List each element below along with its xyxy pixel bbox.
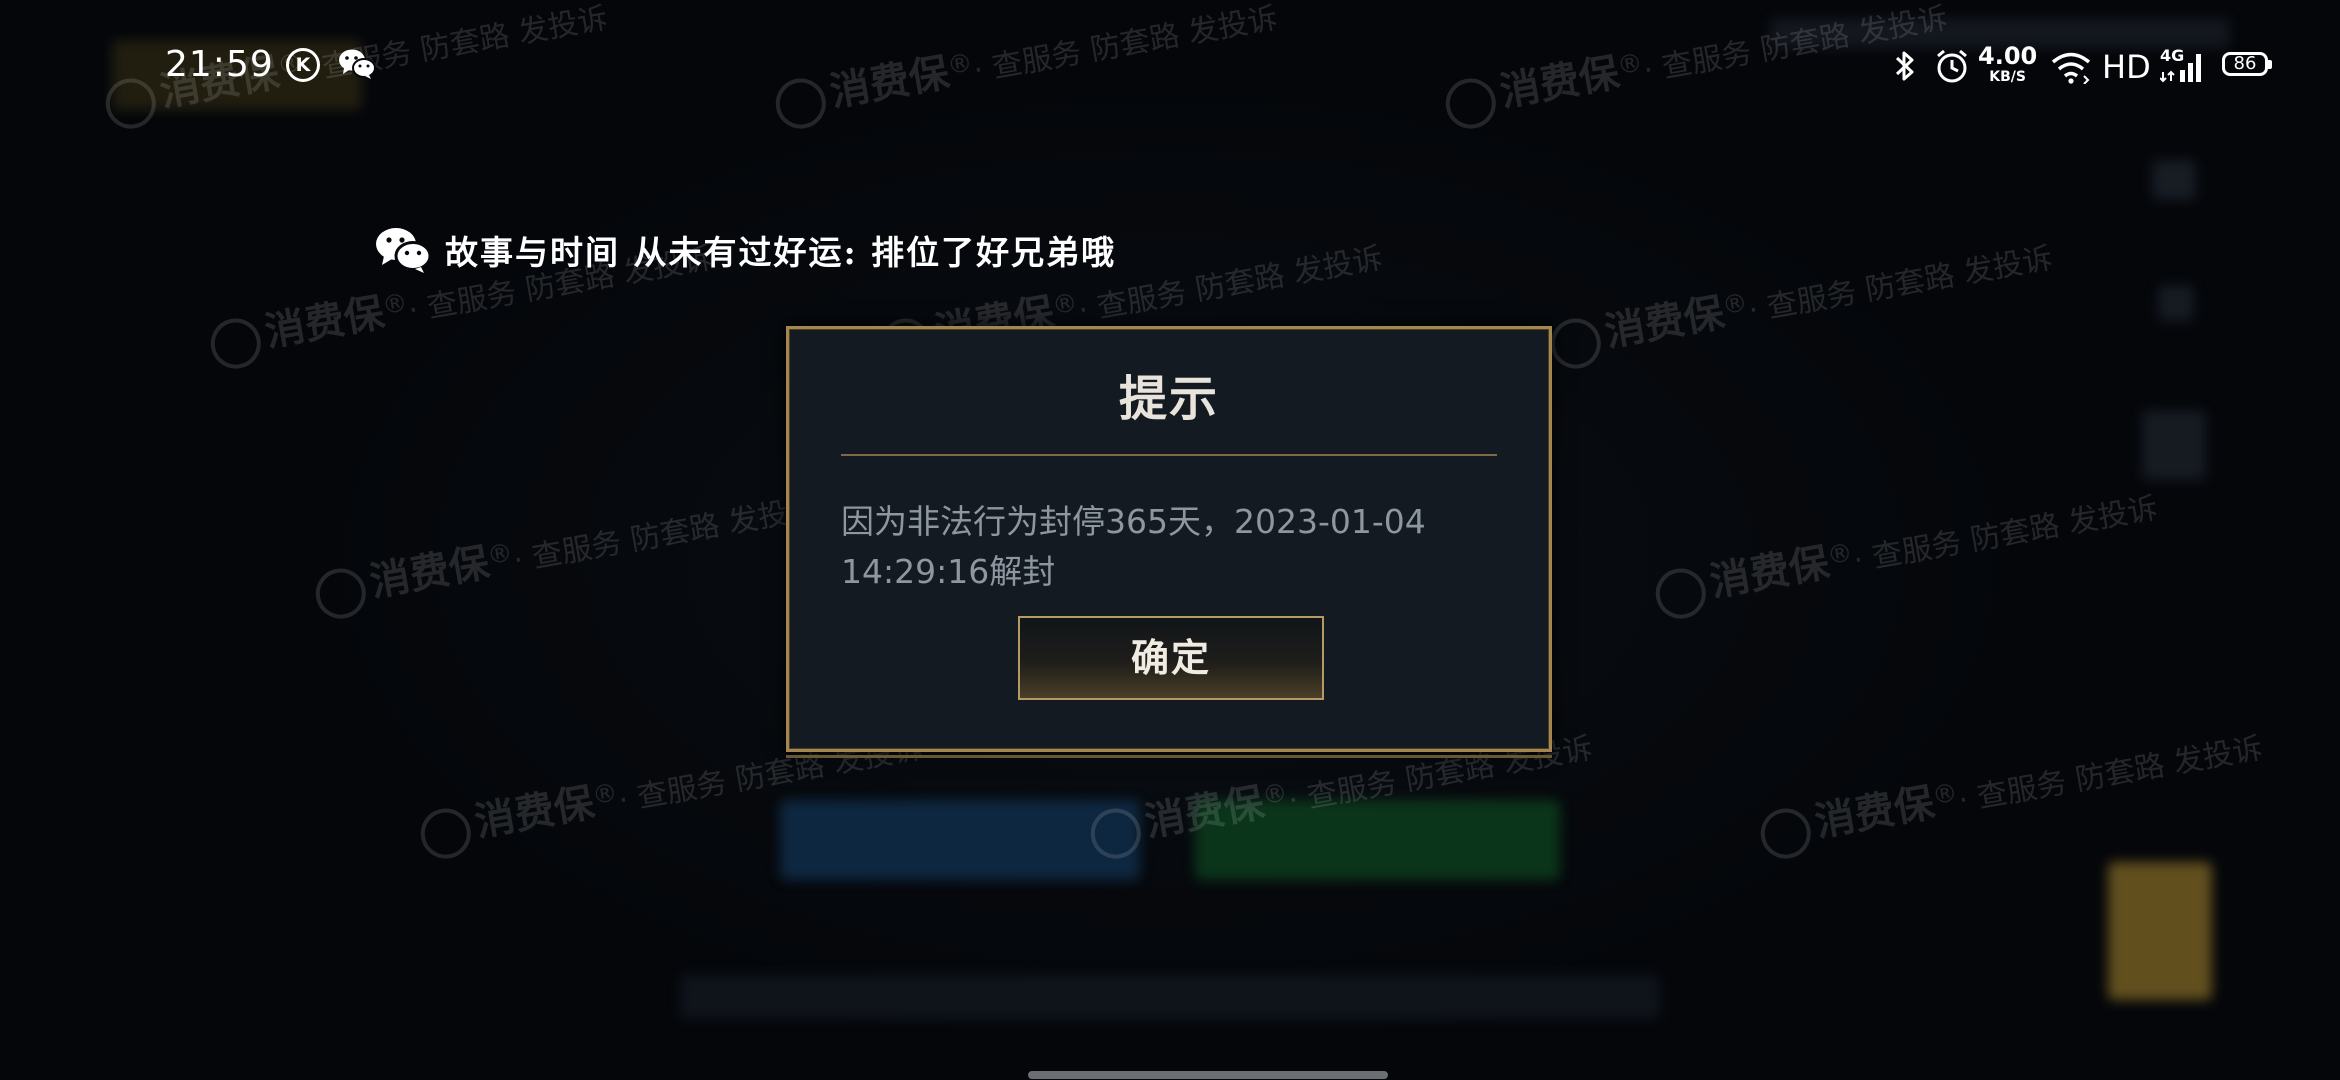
- wifi-icon: [2051, 52, 2091, 84]
- home-indicator[interactable]: [1028, 1071, 1388, 1079]
- battery-indicator: 86: [2222, 52, 2272, 76]
- blurred-age-rating-badge: [2108, 862, 2212, 1000]
- cellular-signal-icon: [2160, 54, 2201, 83]
- status-time: 21:59: [165, 44, 274, 85]
- notification-text: 故事与时间 从未有过好运: 排位了好兄弟哦: [445, 233, 1117, 272]
- dialog-message-line: 因为非法行为封停365天，2023-01-04: [841, 502, 1426, 541]
- dialog-message: 因为非法行为封停365天，2023-01-04 14:29:16解封: [841, 497, 1509, 597]
- alarm-icon: [1937, 49, 1967, 83]
- confirm-button[interactable]: 确定: [1018, 616, 1324, 700]
- blurred-side-icon: [2142, 410, 2206, 480]
- blurred-wechat-login-button: [1195, 800, 1560, 880]
- blurred-footer-text: [680, 975, 1660, 1019]
- blurred-side-icon: [2152, 160, 2196, 200]
- wechat-icon: [376, 228, 431, 273]
- dialog-message-line: 14:29:16解封: [841, 552, 1056, 591]
- wechat-notification-icon: [339, 49, 376, 79]
- k-app-icon: K: [286, 48, 320, 82]
- dialog-divider: [841, 454, 1497, 456]
- dialog-title: 提示: [1118, 371, 1219, 427]
- bluetooth-icon: [1895, 51, 1914, 81]
- blurred-side-icon: [2158, 285, 2194, 321]
- blurred-qq-login-button: [780, 800, 1140, 880]
- ban-notice-dialog: 提示 因为非法行为封停365天，2023-01-04 14:29:16解封 确定: [786, 326, 1552, 758]
- status-bar: 21:59 K 4.00 KB/S HD 4G 86: [0, 0, 2340, 130]
- wechat-notification[interactable]: 故事与时间 从未有过好运: 排位了好兄弟哦: [375, 220, 1116, 280]
- network-speed: 4.00 KB/S: [1978, 42, 2038, 85]
- hd-indicator: HD: [2102, 48, 2151, 86]
